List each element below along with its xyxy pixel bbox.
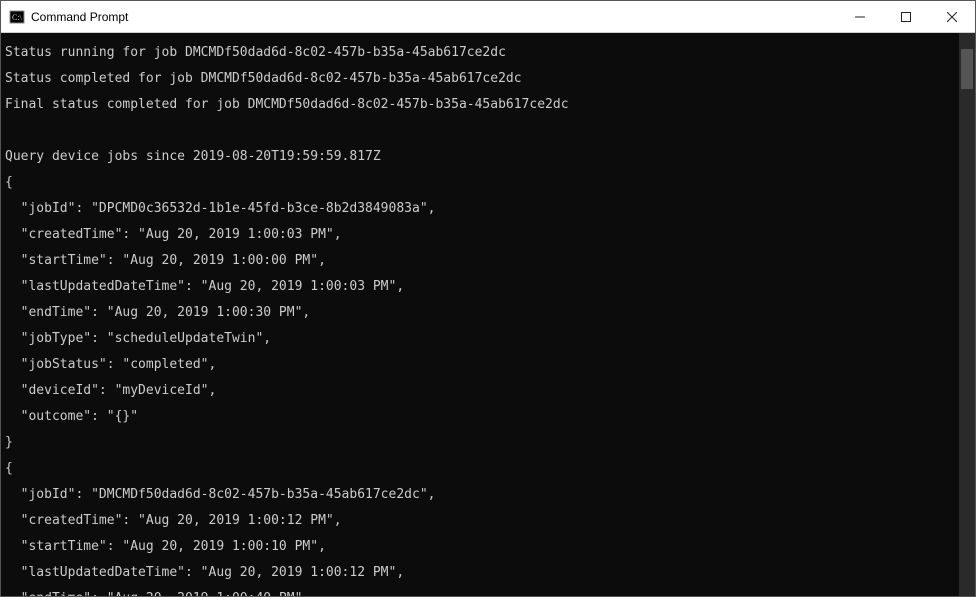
json-field: "createdTime": "Aug 20, 2019 1:00:03 PM"… xyxy=(5,228,959,241)
scrollbar-thumb[interactable] xyxy=(961,49,973,89)
minimize-button[interactable] xyxy=(837,1,883,32)
close-button[interactable] xyxy=(929,1,975,32)
json-brace: { xyxy=(5,176,959,189)
json-field: "lastUpdatedDateTime": "Aug 20, 2019 1:0… xyxy=(5,280,959,293)
json-field: "endTime": "Aug 20, 2019 1:00:40 PM", xyxy=(5,592,959,596)
status-line: Status completed for job DMCMDf50dad6d-8… xyxy=(5,72,959,85)
json-field: "jobId": "DMCMDf50dad6d-8c02-457b-b35a-4… xyxy=(5,488,959,501)
blank-line xyxy=(5,124,959,137)
json-field: "jobId": "DPCMD0c36532d-1b1e-45fd-b3ce-8… xyxy=(5,202,959,215)
window-controls xyxy=(837,1,975,32)
json-field: "lastUpdatedDateTime": "Aug 20, 2019 1:0… xyxy=(5,566,959,579)
json-field: "endTime": "Aug 20, 2019 1:00:30 PM", xyxy=(5,306,959,319)
window-title: Command Prompt xyxy=(31,10,837,24)
json-field: "deviceId": "myDeviceId", xyxy=(5,384,959,397)
json-field: "outcome": "{}" xyxy=(5,410,959,423)
scrollbar-track[interactable] xyxy=(959,49,975,580)
json-field: "startTime": "Aug 20, 2019 1:00:10 PM", xyxy=(5,540,959,553)
console-output[interactable]: Status running for job DMCMDf50dad6d-8c0… xyxy=(1,33,959,596)
json-field: "jobType": "scheduleUpdateTwin", xyxy=(5,332,959,345)
status-line: Final status completed for job DMCMDf50d… xyxy=(5,98,959,111)
console-area: Status running for job DMCMDf50dad6d-8c0… xyxy=(1,33,975,596)
cmd-icon: C:\ xyxy=(9,9,25,25)
json-brace: } xyxy=(5,436,959,449)
query-line: Query device jobs since 2019-08-20T19:59… xyxy=(5,150,959,163)
svg-text:C:\: C:\ xyxy=(12,13,23,22)
titlebar[interactable]: C:\ Command Prompt xyxy=(1,1,975,33)
status-line: Status running for job DMCMDf50dad6d-8c0… xyxy=(5,46,959,59)
command-prompt-window: C:\ Command Prompt Status running for jo… xyxy=(0,0,976,597)
maximize-button[interactable] xyxy=(883,1,929,32)
json-brace: { xyxy=(5,462,959,475)
json-field: "jobStatus": "completed", xyxy=(5,358,959,371)
json-field: "startTime": "Aug 20, 2019 1:00:00 PM", xyxy=(5,254,959,267)
json-field: "createdTime": "Aug 20, 2019 1:00:12 PM"… xyxy=(5,514,959,527)
vertical-scrollbar[interactable] xyxy=(959,33,975,596)
